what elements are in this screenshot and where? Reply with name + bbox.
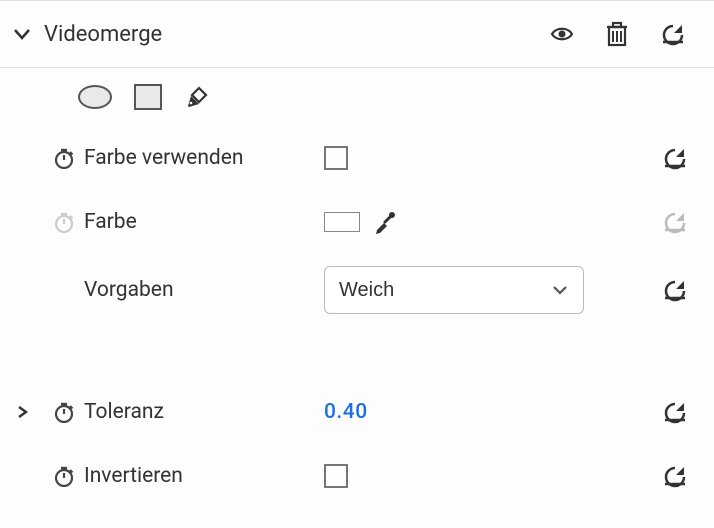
- invert-checkbox[interactable]: [324, 464, 348, 488]
- color-swatch[interactable]: [324, 212, 360, 232]
- rectangle-mask-button[interactable]: [134, 84, 162, 110]
- reset-icon[interactable]: [662, 278, 688, 302]
- tolerance-label: Toleranz: [84, 400, 324, 424]
- param-row-invert: Invertieren: [0, 444, 714, 508]
- invert-label: Invertieren: [84, 464, 324, 488]
- param-row-preset: Vorgaben Weich: [0, 254, 714, 326]
- param-row-tolerance: Toleranz 0.40: [0, 380, 714, 444]
- color-label: Farbe: [84, 210, 324, 234]
- preset-label: Vorgaben: [84, 278, 324, 302]
- preset-select[interactable]: Weich: [324, 266, 584, 314]
- stopwatch-icon[interactable]: [53, 211, 75, 233]
- reset-icon: [662, 210, 688, 234]
- effect-header[interactable]: Videomerge: [0, 0, 714, 68]
- reset-icon[interactable]: [662, 400, 688, 424]
- eyedropper-icon[interactable]: [372, 209, 398, 235]
- pen-mask-button[interactable]: [184, 84, 210, 110]
- use-color-checkbox[interactable]: [324, 146, 348, 170]
- reset-icon[interactable]: [660, 22, 686, 46]
- param-row-use-color: Farbe verwenden: [0, 126, 714, 190]
- eye-icon[interactable]: [550, 23, 574, 45]
- stopwatch-icon[interactable]: [53, 465, 75, 487]
- effect-title: Videomerge: [44, 22, 504, 47]
- reset-icon[interactable]: [662, 146, 688, 170]
- ellipse-mask-button[interactable]: [78, 85, 112, 109]
- trash-icon[interactable]: [604, 20, 630, 48]
- use-color-label: Farbe verwenden: [84, 146, 324, 170]
- param-row-color: Farbe: [0, 190, 714, 254]
- mask-shape-tools: [0, 68, 714, 126]
- reset-icon[interactable]: [662, 464, 688, 488]
- stopwatch-icon[interactable]: [53, 401, 75, 423]
- tolerance-value[interactable]: 0.40: [324, 400, 368, 424]
- chevron-right-icon[interactable]: [15, 405, 29, 419]
- stopwatch-icon[interactable]: [53, 147, 75, 169]
- chevron-down-icon: [13, 25, 31, 43]
